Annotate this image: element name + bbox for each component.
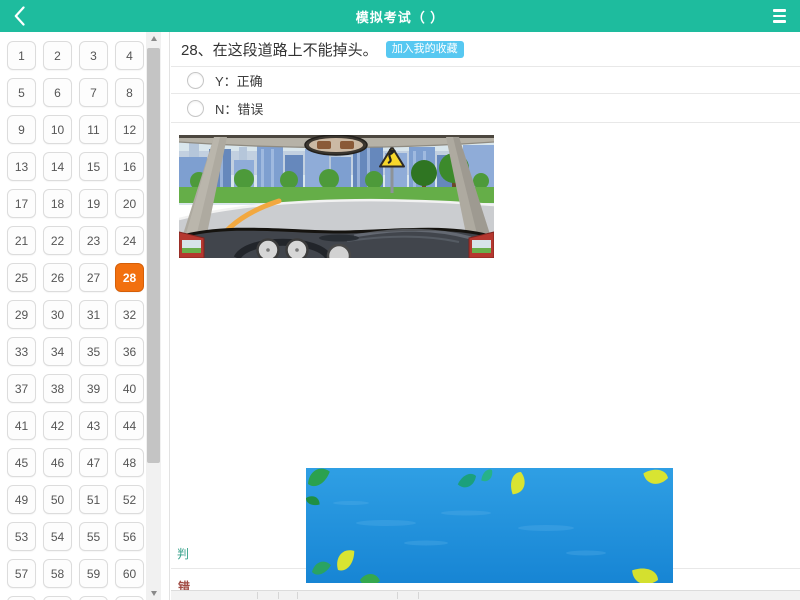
divider [171, 122, 800, 123]
option-y-label: Y：正确 [215, 71, 263, 90]
question-number-button-27[interactable]: 27 [79, 263, 108, 292]
question-number-button-22[interactable]: 22 [43, 226, 72, 255]
question-number-grid: 1234567891011121314151617181920212223242… [7, 41, 144, 600]
option-row-y[interactable]: Y：正确 [171, 67, 800, 93]
scrollbar-down-arrow-icon[interactable] [146, 587, 161, 600]
option-n-label: N：错误 [215, 99, 263, 118]
question-number-button-19[interactable]: 19 [79, 189, 108, 218]
question-number-button-31[interactable]: 31 [79, 300, 108, 329]
header-bar: 模拟考试（ ） [0, 0, 800, 32]
question-number-button-14[interactable]: 14 [43, 152, 72, 181]
menu-icon[interactable] [773, 8, 788, 24]
question-number-button-24[interactable]: 24 [115, 226, 144, 255]
question-number-button-18[interactable]: 18 [43, 189, 72, 218]
question-number-button-59[interactable]: 59 [79, 559, 108, 588]
bottom-toolbar-partial [171, 590, 800, 600]
question-number-button-47[interactable]: 47 [79, 448, 108, 477]
question-number-button-1[interactable]: 1 [7, 41, 36, 70]
question-number-sidebar: 1234567891011121314151617181920212223242… [0, 32, 170, 600]
question-number-button-30[interactable]: 30 [43, 300, 72, 329]
app-window: 模拟考试（ ） 12345678910111213141516171819202… [0, 0, 800, 600]
question-number-button-60[interactable]: 60 [115, 559, 144, 588]
question-number-button-33[interactable]: 33 [7, 337, 36, 366]
question-panel: 28、在这段道路上不能掉头。 加入我的收藏 Y：正确 N：错误 [171, 32, 800, 600]
question-number-button-63[interactable]: 63 [79, 596, 108, 600]
question-number-button-8[interactable]: 8 [115, 78, 144, 107]
question-number-button-54[interactable]: 54 [43, 522, 72, 551]
question-number-button-55[interactable]: 55 [79, 522, 108, 551]
question-number-button-4[interactable]: 4 [115, 41, 144, 70]
question-number-button-48[interactable]: 48 [115, 448, 144, 477]
question-number-button-62[interactable]: 62 [43, 596, 72, 600]
option-row-n[interactable]: N：错误 [171, 94, 800, 123]
question-number-button-5[interactable]: 5 [7, 78, 36, 107]
question-number-button-50[interactable]: 50 [43, 485, 72, 514]
question-number-button-41[interactable]: 41 [7, 411, 36, 440]
rearview-mirror [305, 135, 367, 155]
question-number-button-13[interactable]: 13 [7, 152, 36, 181]
question-number-button-36[interactable]: 36 [115, 337, 144, 366]
question-number-button-35[interactable]: 35 [79, 337, 108, 366]
add-to-favorites-button[interactable]: 加入我的收藏 [386, 41, 464, 58]
question-number-button-15[interactable]: 15 [79, 152, 108, 181]
question-number-button-25[interactable]: 25 [7, 263, 36, 292]
question-number-button-11[interactable]: 11 [79, 115, 108, 144]
radio-y[interactable] [187, 72, 204, 89]
question-number-button-7[interactable]: 7 [79, 78, 108, 107]
question-number-button-57[interactable]: 57 [7, 559, 36, 588]
question-number-button-64[interactable]: 64 [115, 596, 144, 600]
question-number-button-37[interactable]: 37 [7, 374, 36, 403]
question-number-button-21[interactable]: 21 [7, 226, 36, 255]
sidebar-scrollbar[interactable] [146, 32, 161, 600]
radio-n[interactable] [187, 100, 204, 117]
question-number-button-61[interactable]: 61 [7, 596, 36, 600]
question-number-button-56[interactable]: 56 [115, 522, 144, 551]
question-number-button-12[interactable]: 12 [115, 115, 144, 144]
question-number-button-28[interactable]: 28 [115, 263, 144, 292]
question-number-button-20[interactable]: 20 [115, 189, 144, 218]
question-number-button-49[interactable]: 49 [7, 485, 36, 514]
question-number-button-42[interactable]: 42 [43, 411, 72, 440]
question-number-button-32[interactable]: 32 [115, 300, 144, 329]
question-number-button-52[interactable]: 52 [115, 485, 144, 514]
question-number-button-53[interactable]: 53 [7, 522, 36, 551]
question-number-button-23[interactable]: 23 [79, 226, 108, 255]
question-number-button-38[interactable]: 38 [43, 374, 72, 403]
question-number-button-6[interactable]: 6 [43, 78, 72, 107]
question-number-button-3[interactable]: 3 [79, 41, 108, 70]
question-number-button-34[interactable]: 34 [43, 337, 72, 366]
question-number-button-9[interactable]: 9 [7, 115, 36, 144]
scrollbar-up-arrow-icon[interactable] [146, 32, 161, 45]
question-number-button-17[interactable]: 17 [7, 189, 36, 218]
question-number-button-44[interactable]: 44 [115, 411, 144, 440]
question-title: 28、在这段道路上不能掉头。 [181, 39, 378, 60]
question-number-button-46[interactable]: 46 [43, 448, 72, 477]
question-number-button-58[interactable]: 58 [43, 559, 72, 588]
question-number-button-2[interactable]: 2 [43, 41, 72, 70]
question-number-button-51[interactable]: 51 [79, 485, 108, 514]
page-title: 模拟考试（ ） [356, 7, 445, 26]
question-type-partial-text: 判 [177, 545, 189, 562]
question-number-button-40[interactable]: 40 [115, 374, 144, 403]
question-scene-image [179, 135, 494, 258]
question-number-button-26[interactable]: 26 [43, 263, 72, 292]
question-number-button-43[interactable]: 43 [79, 411, 108, 440]
question-number-button-45[interactable]: 45 [7, 448, 36, 477]
back-icon[interactable] [14, 6, 34, 26]
question-number-button-29[interactable]: 29 [7, 300, 36, 329]
question-number-button-39[interactable]: 39 [79, 374, 108, 403]
scrollbar-thumb[interactable] [147, 48, 160, 463]
question-number-button-16[interactable]: 16 [115, 152, 144, 181]
question-number-button-10[interactable]: 10 [43, 115, 72, 144]
ad-banner[interactable] [306, 468, 673, 583]
